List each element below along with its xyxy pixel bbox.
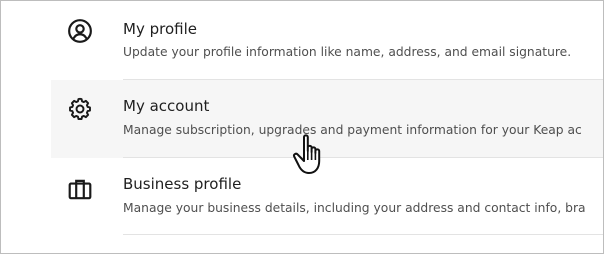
user-circle-icon xyxy=(68,19,92,43)
menu-item-description: Manage your business details, including … xyxy=(123,201,586,215)
menu-item-title: My profile xyxy=(123,20,197,38)
hand-pointer-cursor-icon xyxy=(293,134,321,174)
settings-panel: My profile Update your profile informati… xyxy=(0,0,604,254)
gear-icon xyxy=(69,97,91,120)
briefcase-icon xyxy=(68,179,92,200)
menu-item-my-profile[interactable]: My profile Update your profile informati… xyxy=(51,1,603,79)
menu-item-description: Update your profile information like nam… xyxy=(123,45,572,59)
menu-item-description: Manage subscription, upgrades and paymen… xyxy=(123,123,582,137)
divider xyxy=(123,234,603,235)
menu-item-title: Business profile xyxy=(123,175,242,193)
menu-item-title: My account xyxy=(123,97,210,115)
